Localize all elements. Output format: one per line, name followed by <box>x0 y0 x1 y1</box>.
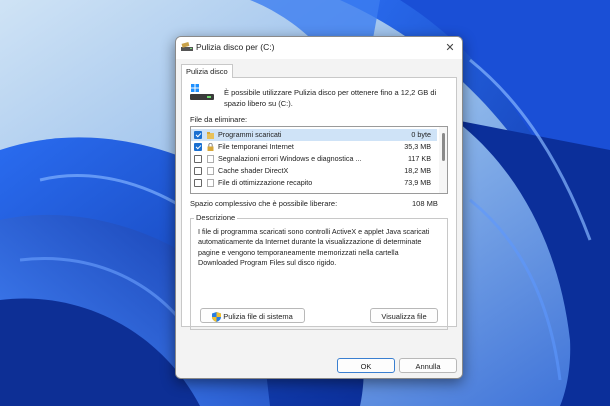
files-label: File da eliminare: <box>190 115 248 124</box>
close-button[interactable]: ✕ <box>442 40 458 56</box>
checkbox[interactable] <box>194 155 202 163</box>
ok-button[interactable]: OK <box>337 358 395 373</box>
file-name: Programmi scaricati <box>218 130 282 139</box>
checkbox[interactable] <box>194 143 202 151</box>
file-size: 18,2 MB <box>404 166 431 175</box>
file-size: 0 byte <box>411 130 431 139</box>
file-row[interactable]: File temporanei Internet 35,3 MB <box>191 141 437 153</box>
title-bar[interactable]: Pulizia disco per (C:) ✕ <box>176 37 462 59</box>
file-list[interactable]: Programmi scaricati 0 byte File temporan… <box>190 126 448 194</box>
file-row[interactable]: Segnalazioni errori Windows e diagnostic… <box>191 153 437 165</box>
file-size: 117 KB <box>407 154 431 163</box>
view-files-button[interactable]: Visualizza file <box>370 308 438 323</box>
total-value: 108 MB <box>412 199 438 208</box>
cleanup-system-files-button[interactable]: Pulizia file di sistema <box>200 308 305 323</box>
window-title: Pulizia disco per (C:) <box>196 42 275 52</box>
folder-icon <box>207 132 214 139</box>
total-label: Spazio complessivo che è possibile liber… <box>190 199 338 208</box>
file-icon <box>207 179 214 187</box>
tab-pulizia-disco[interactable]: Pulizia disco <box>181 64 233 78</box>
checkbox[interactable] <box>194 179 202 187</box>
intro-text: È possibile utilizzare Pulizia disco per… <box>224 88 437 108</box>
disk-cleanup-icon <box>181 42 193 51</box>
file-name: File di ottimizzazione recapito <box>218 178 313 187</box>
drive-icon <box>190 84 214 100</box>
file-name: Segnalazioni errori Windows e diagnostic… <box>218 154 362 163</box>
scrollbar-thumb[interactable] <box>442 133 445 161</box>
checkbox[interactable] <box>194 131 202 139</box>
file-name: File temporanei Internet <box>218 142 294 151</box>
file-row[interactable]: File di ottimizzazione recapito 73,9 MB <box>191 177 437 189</box>
file-icon <box>207 155 214 163</box>
file-size: 73,9 MB <box>404 178 431 187</box>
file-icon <box>207 167 214 175</box>
file-size: 35,3 MB <box>404 142 431 151</box>
file-name: Cache shader DirectX <box>218 166 289 175</box>
shield-icon <box>212 312 222 323</box>
lock-icon <box>207 143 214 151</box>
checkbox[interactable] <box>194 167 202 175</box>
disk-cleanup-dialog: Pulizia disco per (C:) ✕ Pulizia disco È… <box>175 36 463 379</box>
scrollbar[interactable] <box>439 127 447 193</box>
file-row[interactable]: Programmi scaricati 0 byte <box>191 129 437 141</box>
description-text: I file di programma scaricati sono contr… <box>198 227 430 267</box>
file-row[interactable]: Cache shader DirectX 18,2 MB <box>191 165 437 177</box>
description-title: Descrizione <box>194 213 238 222</box>
cleanup-system-files-label: Pulizia file di sistema <box>223 312 293 321</box>
cancel-button[interactable]: Annulla <box>399 358 457 373</box>
